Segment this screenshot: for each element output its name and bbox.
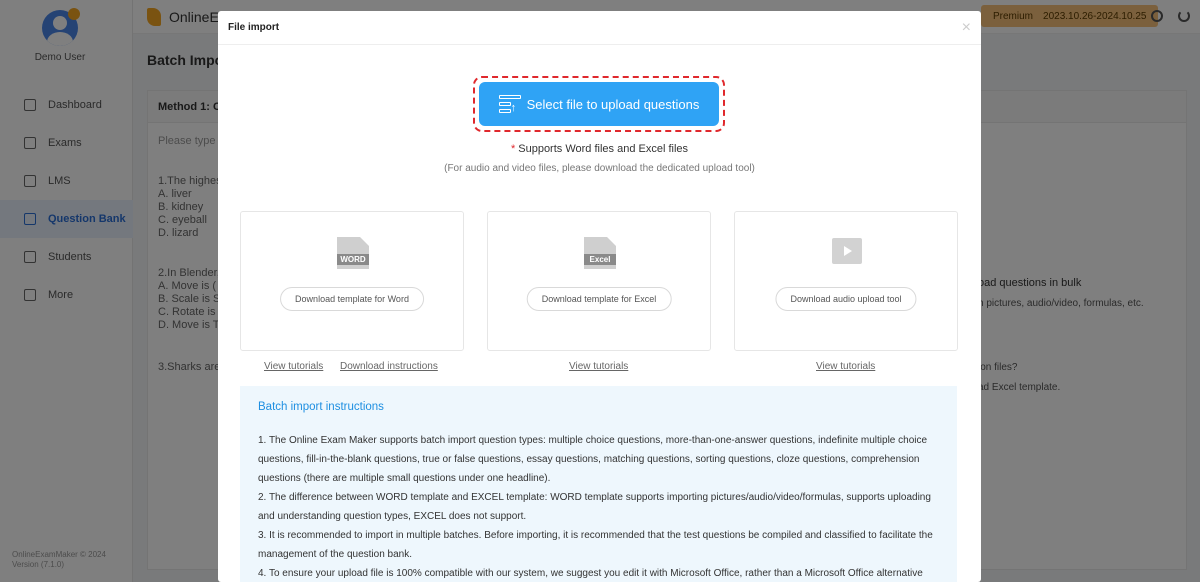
excel-file-tag: Excel [584,254,616,265]
upload-highlight-frame: ↑ Select file to upload questions [473,76,725,132]
download-word-template-button[interactable]: Download template for Word [280,287,424,311]
instruction-item: 3. It is recommended to import in multip… [258,530,933,560]
download-excel-template-button[interactable]: Download template for Excel [526,287,672,311]
word-file-tag: WORD [337,254,369,265]
download-instructions-link[interactable]: Download instructions [340,361,438,372]
close-icon[interactable]: × [962,19,971,36]
excel-template-card: Excel Download template for Excel [487,211,711,351]
supported-formats-text: Supports Word files and Excel files [518,143,689,155]
audio-tool-card: Download audio upload tool [734,211,958,351]
word-view-tutorials-link[interactable]: View tutorials [264,361,323,372]
video-file-icon [832,238,862,264]
word-file-icon: WORD [337,237,369,269]
file-import-modal: File import × ↑ Select file to upload qu… [218,11,981,582]
download-audio-tool-button[interactable]: Download audio upload tool [775,287,917,311]
select-file-button[interactable]: ↑ Select file to upload questions [479,82,719,126]
audio-video-note: (For audio and video files, please downl… [444,163,755,174]
word-template-card: WORD Download template for Word [240,211,464,351]
excel-file-icon: Excel [584,237,616,269]
instruction-item: 4. To ensure your upload file is 100% co… [258,568,923,579]
excel-view-tutorials-link[interactable]: View tutorials [569,361,628,372]
supported-formats: * Supports Word files and Excel files [218,143,981,155]
instruction-item: 2. The difference between WORD template … [258,492,931,522]
modal-title: File import [228,22,280,33]
modal-header: File import × [218,11,981,45]
required-star: * [510,143,516,155]
instructions-title: Batch import instructions [258,401,384,413]
audio-view-tutorials-link[interactable]: View tutorials [816,361,875,372]
select-file-label: Select file to upload questions [526,96,700,112]
instruction-item: 1. The Online Exam Maker supports batch … [258,435,928,484]
upload-icon: ↑ [498,95,521,114]
batch-import-instructions: Batch import instructions 1. The Online … [240,386,957,582]
